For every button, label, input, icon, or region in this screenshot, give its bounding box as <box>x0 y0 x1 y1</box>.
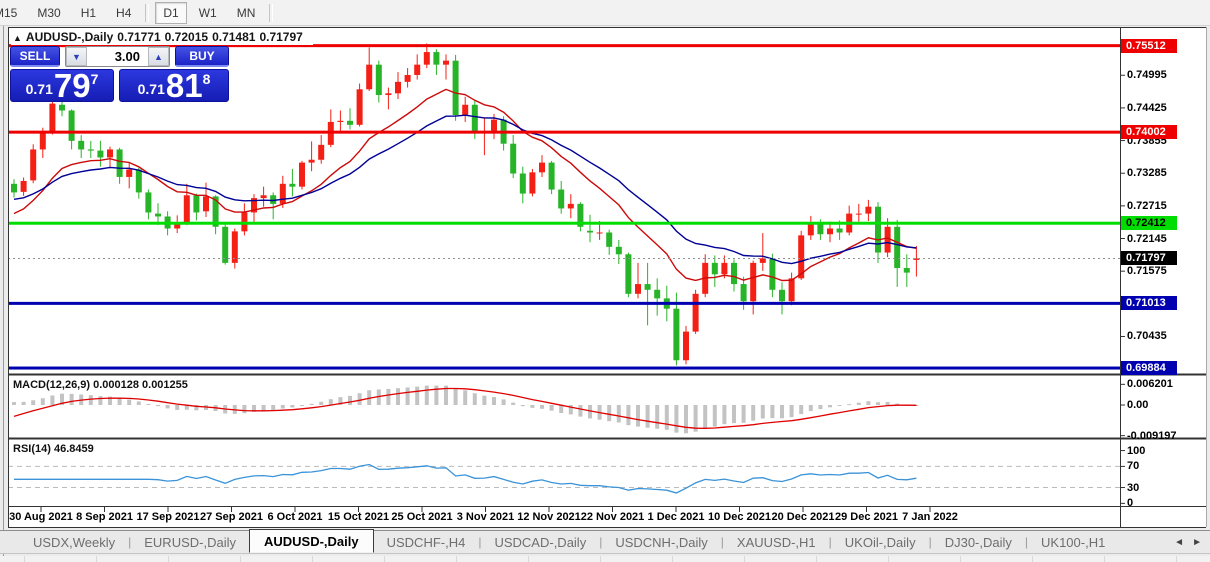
mt4-terminal: M15M30H1H4D1W1MN 0.749950.744250.738550.… <box>0 0 1210 562</box>
tabs-scroll-right-button[interactable]: ► <box>1192 537 1202 548</box>
strip-tick <box>456 556 457 562</box>
ohlc-open: 0.71771 <box>117 30 160 44</box>
strip-tick <box>528 556 529 562</box>
chart-tab-bar: USDX,Weekly|EURUSD-,DailyAUDUSD-,DailyUS… <box>0 530 1210 554</box>
sell-price-pip: 7 <box>91 71 99 87</box>
tabs-scroll-left-button[interactable]: ◄ <box>1174 537 1184 548</box>
buy-price-prefix: 0.71 <box>138 81 165 97</box>
timeframe-button-h4[interactable]: H4 <box>108 2 139 24</box>
sell-price-prefix: 0.71 <box>26 81 53 97</box>
sell-price-panel[interactable]: 0.71 79 7 <box>10 69 114 102</box>
chart-tab-ukoil-daily[interactable]: UKOil-,Daily <box>832 532 929 553</box>
ohlc-close: 0.71797 <box>259 30 302 44</box>
chart-tab-audusd-daily[interactable]: AUDUSD-,Daily <box>249 529 374 553</box>
chart-tab-dj30-daily[interactable]: DJ30-,Daily <box>932 532 1025 553</box>
strip-tick <box>384 556 385 562</box>
timeframe-button-m30[interactable]: M30 <box>29 2 68 24</box>
sell-button[interactable]: SELL <box>10 46 60 67</box>
ohlc-low: 0.71481 <box>212 30 255 44</box>
chart-tab-usdx-weekly[interactable]: USDX,Weekly <box>20 532 128 553</box>
collapse-arrow-icon[interactable]: ▲ <box>13 33 22 43</box>
strip-tick <box>960 556 961 562</box>
buy-price-big: 81 <box>166 71 203 100</box>
buy-button[interactable]: BUY <box>175 46 229 67</box>
ohlc-high: 0.72015 <box>165 30 208 44</box>
price-axis[interactable] <box>1121 28 1206 527</box>
strip-tick <box>168 556 169 562</box>
buy-price-pip: 8 <box>203 71 211 87</box>
strip-tick <box>888 556 889 562</box>
volume-spinner: ▼ ▲ <box>65 46 170 67</box>
sell-price-big: 79 <box>54 71 91 100</box>
chart-tab-usdchf-h4[interactable]: USDCHF-,H4 <box>374 532 479 553</box>
macd-indicator-label: MACD(12,26,9) 0.000128 0.001255 <box>13 379 188 391</box>
volume-decrease-button[interactable]: ▼ <box>66 47 87 66</box>
strip-tick <box>1104 556 1105 562</box>
window-left-edge <box>3 26 4 556</box>
strip-tick <box>1176 556 1177 562</box>
symbol-period-label: AUDUSD-,Daily <box>26 30 113 44</box>
chart-tab-usdcad-daily[interactable]: USDCAD-,Daily <box>481 532 599 553</box>
timeframe-button-h1[interactable]: H1 <box>73 2 104 24</box>
volume-input[interactable] <box>87 47 148 66</box>
window-right-edge <box>1206 27 1207 527</box>
volume-increase-button[interactable]: ▲ <box>148 47 169 66</box>
strip-tick <box>672 556 673 562</box>
one-click-trading-widget: SELL ▼ ▲ BUY 0.71 79 7 0.71 81 8 <box>10 46 229 102</box>
strip-tick <box>312 556 313 562</box>
buy-price-panel[interactable]: 0.71 81 8 <box>119 69 229 102</box>
strip-tick <box>1032 556 1033 562</box>
chart-tab-eurusd-daily[interactable]: EURUSD-,Daily <box>131 532 249 553</box>
timeframe-button-mn[interactable]: MN <box>229 2 264 24</box>
strip-tick <box>600 556 601 562</box>
strip-tick <box>96 556 97 562</box>
strip-tick <box>24 556 25 562</box>
chart-tab-uk100-h1[interactable]: UK100-,H1 <box>1028 532 1118 553</box>
toolbar-separator <box>145 4 149 22</box>
rsi-indicator-label: RSI(14) 46.8459 <box>13 443 94 455</box>
timeframe-toolbar: M15M30H1H4 D1W1MN <box>0 0 1210 26</box>
bottom-strip <box>0 556 1210 562</box>
strip-tick <box>744 556 745 562</box>
timeframe-button-m15[interactable]: M15 <box>0 2 25 24</box>
timeframe-button-d1[interactable]: D1 <box>155 2 186 24</box>
chart-title: ▲ AUDUSD-,Daily 0.71771 0.72015 0.71481 0.717… <box>11 30 313 45</box>
toolbar-separator <box>269 4 273 22</box>
strip-tick <box>816 556 817 562</box>
chart-tab-xauusd-h1[interactable]: XAUUSD-,H1 <box>724 532 829 553</box>
strip-tick <box>240 556 241 562</box>
chart-tab-usdcnh-daily[interactable]: USDCNH-,Daily <box>602 532 720 553</box>
timeframe-button-w1[interactable]: W1 <box>191 2 225 24</box>
